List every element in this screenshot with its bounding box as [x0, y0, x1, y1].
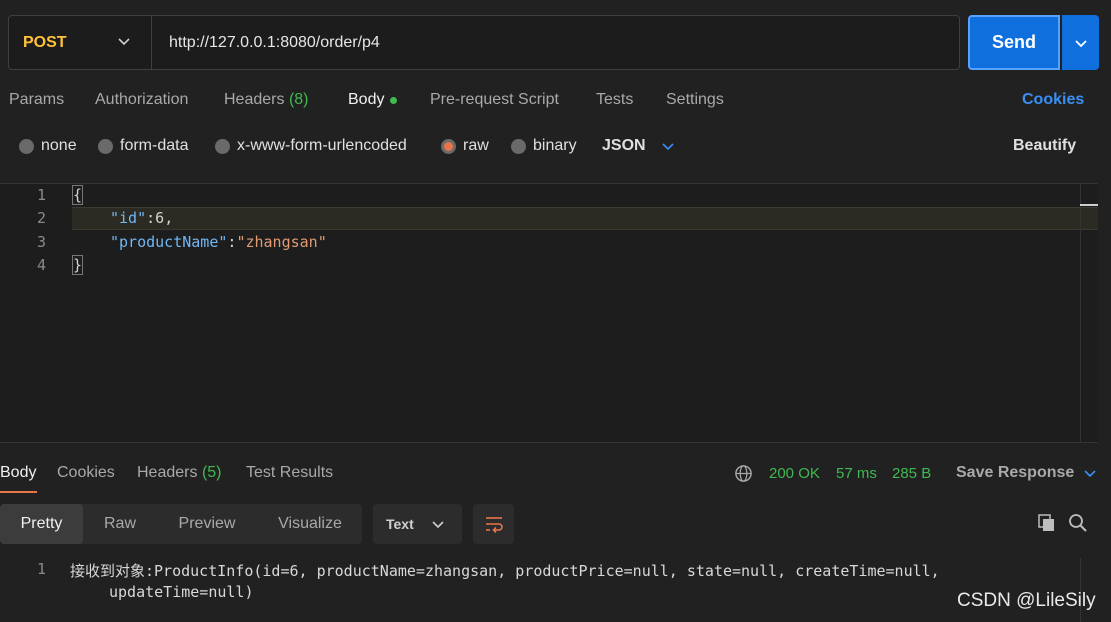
chevron-down-icon: [662, 143, 674, 151]
colon: :: [146, 209, 156, 227]
comma: ,: [164, 209, 174, 227]
tab-tests[interactable]: Tests: [596, 88, 633, 112]
radio-urlencoded-label: x-www-form-urlencoded: [237, 137, 407, 154]
tab-settings[interactable]: Settings: [666, 88, 724, 112]
radio-urlencoded[interactable]: x-www-form-urlencoded: [215, 134, 407, 158]
code-line-3: "productName":"zhangsan": [110, 231, 327, 254]
radio-binary-label: binary: [533, 137, 577, 154]
tab-params[interactable]: Params: [9, 88, 64, 112]
response-tab-headers-label: Headers: [137, 464, 198, 481]
view-raw-button[interactable]: Raw: [88, 504, 152, 544]
status-code[interactable]: 200 OK: [769, 461, 820, 485]
line-number: 1: [36, 186, 46, 204]
response-headers-count: (5): [201, 464, 222, 481]
open-brace: {: [71, 185, 84, 205]
response-format-select[interactable]: Text: [373, 504, 462, 544]
radio-icon: [19, 138, 34, 154]
watermark-text: CSDN @LileSily: [957, 590, 1096, 611]
radio-form-data[interactable]: form-data: [98, 134, 188, 158]
copy-icon[interactable]: [1037, 513, 1057, 533]
response-size[interactable]: 285 B: [892, 461, 931, 485]
line-number: 3: [36, 233, 46, 251]
response-body-line: 接收到对象:ProductInfo(id=6, productName=zhan…: [70, 562, 940, 580]
radio-icon: [98, 138, 113, 154]
response-tab-cookies[interactable]: Cookies: [57, 461, 115, 485]
wrap-lines-button[interactable]: [473, 504, 514, 544]
url-input[interactable]: http://127.0.0.1:8080/order/p4: [169, 16, 380, 69]
radio-raw-label: raw: [463, 137, 489, 154]
format-label: JSON: [602, 137, 646, 154]
tab-authorization[interactable]: Authorization: [95, 88, 188, 112]
search-icon[interactable]: [1068, 513, 1088, 533]
code-line-2: "id":6,: [110, 207, 173, 230]
scrollbar-marker: [1080, 204, 1098, 206]
json-key: "id": [110, 209, 147, 227]
radio-none-label: none: [41, 137, 77, 154]
json-key: "productName": [110, 233, 228, 251]
tab-body-label: Body: [348, 91, 385, 108]
tab-body[interactable]: Body: [348, 88, 398, 112]
cookies-link[interactable]: Cookies: [1022, 88, 1084, 112]
radio-raw[interactable]: raw: [441, 134, 489, 158]
view-preview-button[interactable]: Preview: [165, 504, 249, 544]
radio-icon: [215, 138, 230, 154]
chevron-down-icon: [1074, 39, 1087, 47]
code-line-1: {: [71, 184, 84, 207]
chevron-down-icon: [1084, 470, 1096, 478]
radio-binary[interactable]: binary: [511, 134, 577, 158]
save-response-label: Save Response: [956, 464, 1075, 481]
editor-scrollbar[interactable]: [1080, 183, 1098, 443]
tab-headers-label: Headers: [224, 91, 285, 108]
view-pretty-button[interactable]: Pretty: [0, 504, 83, 544]
format-select[interactable]: JSON: [602, 134, 675, 158]
response-body-line-wrapped: updateTime=null): [109, 583, 254, 601]
line-number: 2: [36, 209, 46, 227]
response-time[interactable]: 57 ms: [836, 461, 877, 485]
response-tab-headers[interactable]: Headers (5): [137, 461, 222, 485]
send-button[interactable]: Send: [968, 15, 1060, 70]
tab-headers[interactable]: Headers (8): [224, 88, 309, 112]
chevron-down-icon: [118, 38, 130, 46]
close-brace: }: [71, 255, 84, 275]
code-line-4: }: [71, 254, 84, 277]
line-number: 4: [36, 256, 46, 274]
headers-count: (8): [288, 91, 309, 108]
view-visualize-button[interactable]: Visualize: [262, 504, 358, 544]
url-bar: POST http://127.0.0.1:8080/order/p4: [8, 15, 960, 70]
response-tab-test-results[interactable]: Test Results: [246, 461, 333, 485]
active-tab-indicator: [0, 491, 37, 493]
beautify-link[interactable]: Beautify: [1013, 134, 1076, 158]
current-line-highlight: [72, 207, 1098, 230]
radio-none[interactable]: none: [19, 134, 77, 158]
radio-selected-icon: [441, 138, 456, 154]
modified-dot-icon: [390, 96, 398, 104]
response-line-number: 1: [36, 560, 46, 578]
send-options-button[interactable]: [1062, 15, 1099, 70]
tab-pre-request-script[interactable]: Pre-request Script: [430, 88, 559, 112]
wrap-icon: [485, 517, 503, 533]
json-string: "zhangsan": [236, 233, 327, 251]
radio-form-data-label: form-data: [120, 137, 189, 154]
radio-icon: [511, 138, 526, 154]
method-label: POST: [23, 33, 67, 51]
save-response-button[interactable]: Save Response: [956, 461, 1097, 485]
globe-icon[interactable]: [734, 464, 753, 483]
response-format-label: Text: [386, 516, 414, 532]
chevron-down-icon: [432, 521, 444, 529]
method-select[interactable]: POST: [9, 16, 152, 69]
json-number: 6: [155, 209, 165, 227]
response-tab-body[interactable]: Body: [0, 461, 36, 485]
